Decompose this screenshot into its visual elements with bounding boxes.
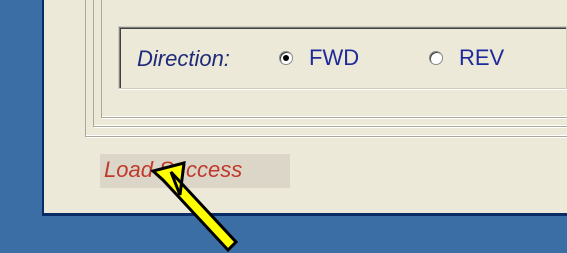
fwd-radio[interactable] [279, 51, 293, 65]
direction-group: Direction: FWD REV [118, 26, 567, 89]
rev-radio-label[interactable]: REV [459, 45, 504, 71]
arrow-pointer-icon [150, 160, 239, 253]
app-window: Direction: FWD REV Load Success [44, 0, 567, 213]
fwd-radio-label[interactable]: FWD [309, 45, 359, 71]
direction-label: Direction: [137, 46, 230, 71]
rev-radio[interactable] [429, 51, 443, 65]
